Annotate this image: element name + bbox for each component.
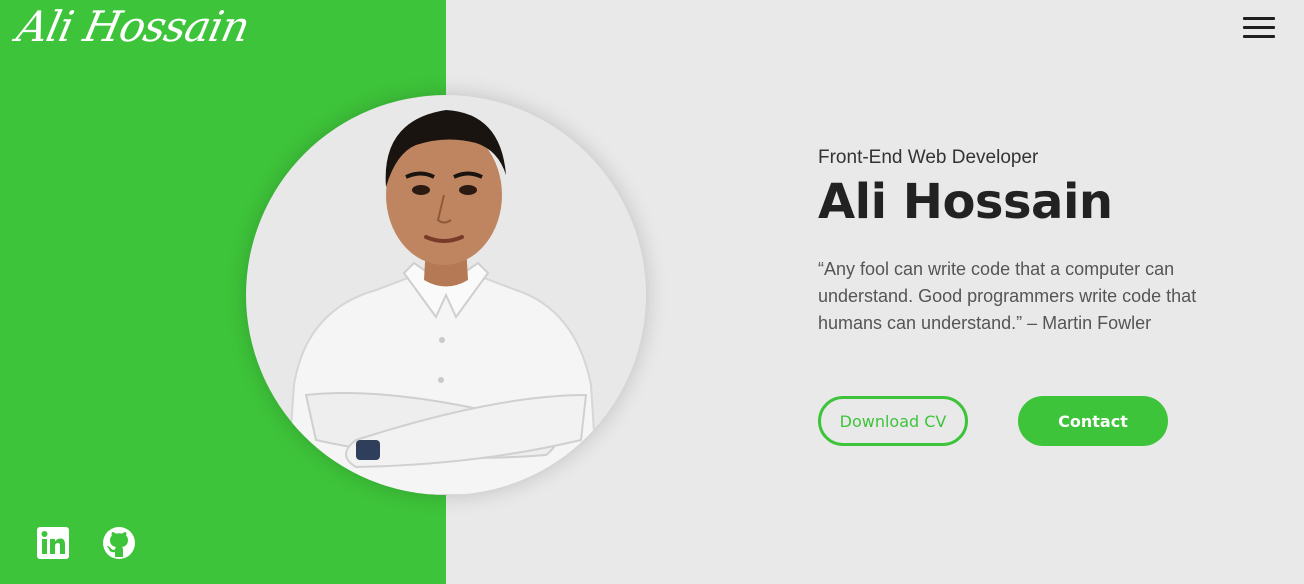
linkedin-icon[interactable] <box>36 526 70 560</box>
hero-buttons: Download CV Contact <box>818 396 1178 446</box>
contact-button[interactable]: Contact <box>1018 396 1168 446</box>
download-cv-button[interactable]: Download CV <box>818 396 968 446</box>
menu-bar <box>1243 35 1275 38</box>
hamburger-menu-icon[interactable] <box>1243 17 1275 39</box>
profile-photo-illustration <box>284 110 600 495</box>
hero-name: Ali Hossain <box>818 174 1113 230</box>
hero-text-block: Front-End Web Developer Ali Hossain “Any… <box>818 146 1238 337</box>
hero-subtitle: Front-End Web Developer <box>818 147 1039 168</box>
logo[interactable]: Ali Hossain <box>13 2 254 51</box>
github-icon[interactable] <box>102 526 136 560</box>
hero-quote: “Any fool can write code that a computer… <box>818 259 1197 333</box>
menu-bar <box>1243 17 1275 20</box>
profile-photo <box>246 95 646 495</box>
menu-bar <box>1243 26 1275 29</box>
